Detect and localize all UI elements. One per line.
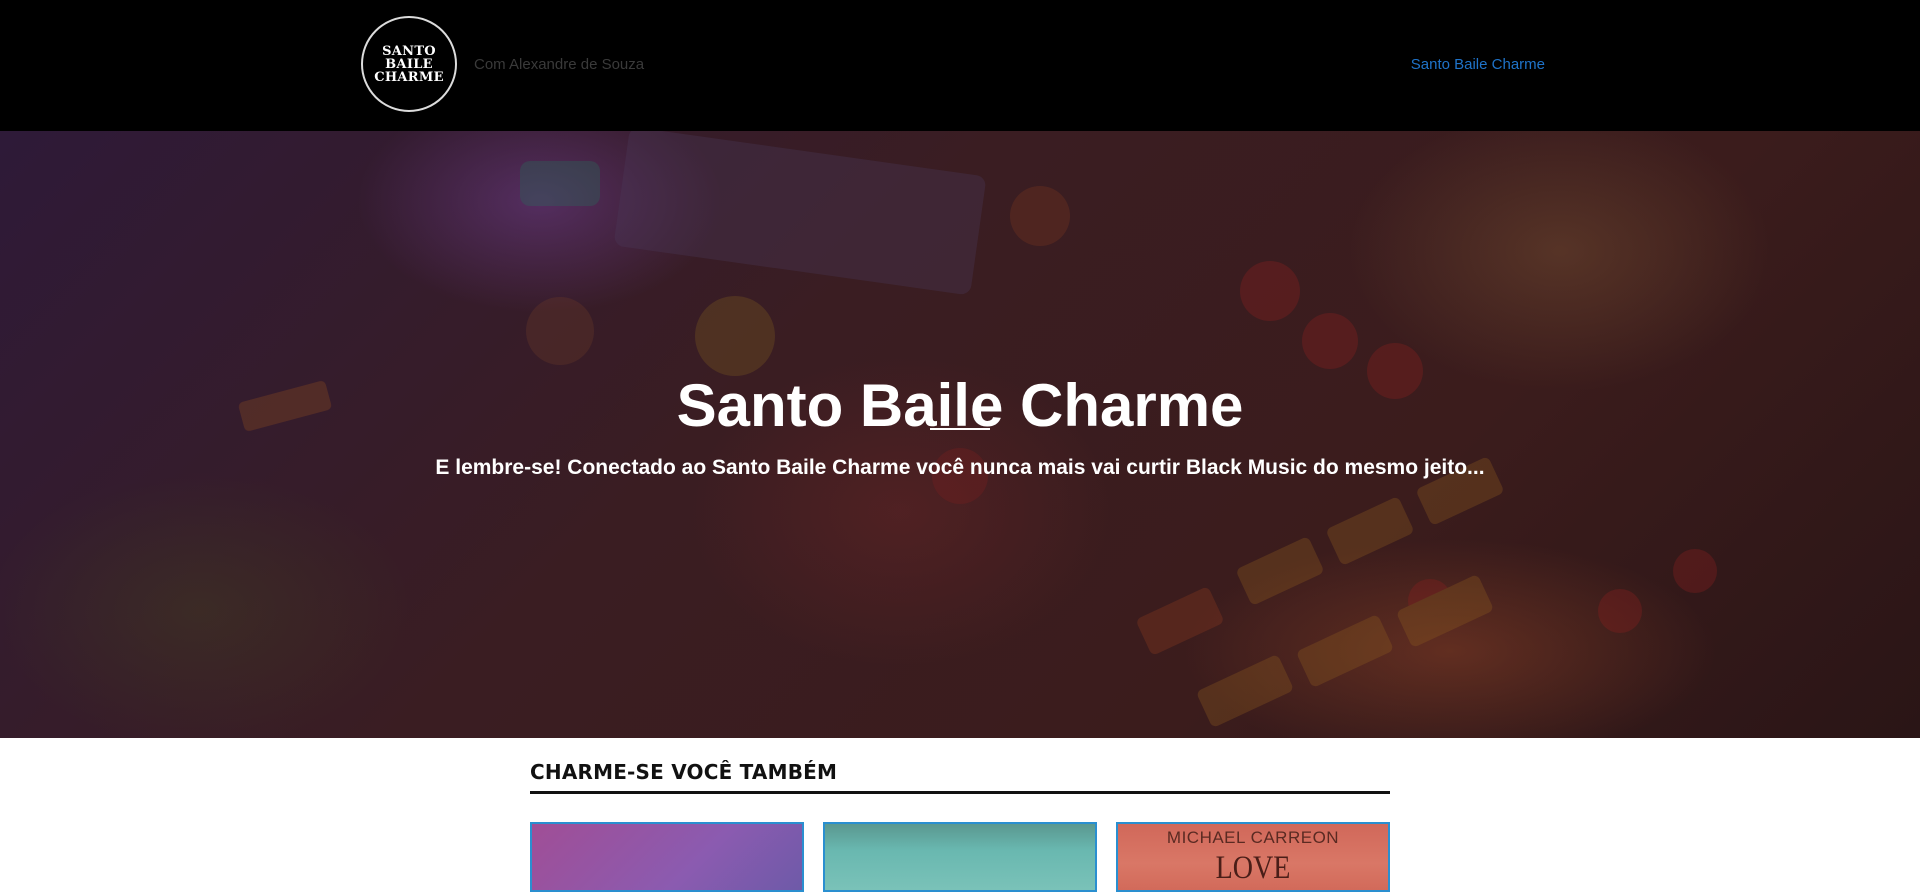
album-card[interactable]: MICHAEL CARREON LOVE ADOLESCENT: [1116, 822, 1390, 892]
album-artist: MICHAEL CARREON: [1166, 828, 1340, 847]
hero-banner: Santo Baile Charme E lembre-se! Conectad…: [0, 131, 1920, 738]
section-divider: [530, 791, 1390, 794]
album-card[interactable]: [530, 822, 804, 892]
hero-subtitle: E lembre-se! Conectado ao Santo Baile Ch…: [435, 456, 1485, 479]
album-title: LOVE ADOLESCENT: [1161, 850, 1345, 890]
logo-line-3: CHARME: [374, 69, 444, 85]
album-card[interactable]: [823, 822, 1097, 892]
logo-line-2: BAILE: [385, 56, 433, 72]
logo-line-1: SANTO: [382, 43, 436, 59]
nav-link-santo-baile-charme[interactable]: Santo Baile Charme: [1411, 56, 1545, 73]
section-title: CHARME-SE VOCÊ TAMBÉM: [530, 760, 838, 784]
hero-divider: [930, 428, 990, 430]
site-header: SANTO BAILE CHARME Com Alexandre de Souz…: [0, 0, 1920, 131]
site-tagline: Com Alexandre de Souza: [474, 56, 645, 73]
site-logo[interactable]: SANTO BAILE CHARME: [361, 16, 457, 112]
